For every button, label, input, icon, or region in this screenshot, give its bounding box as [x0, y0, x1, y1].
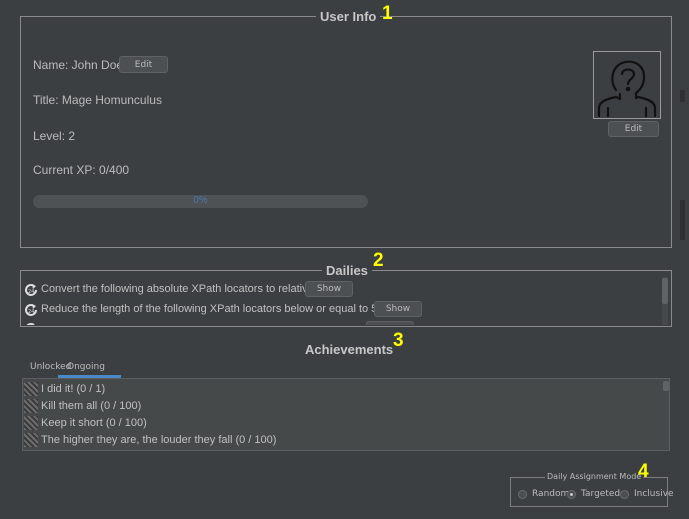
achievements-list: I did it! (0 / 1) Kill them all (0 / 100…	[22, 378, 670, 451]
svg-text:24: 24	[28, 289, 34, 295]
user-unknown-icon	[597, 60, 657, 118]
achievement-item-4[interactable]: The higher they are, the louder they fal…	[41, 434, 276, 446]
marker-4: 4	[638, 461, 649, 482]
achievements-scroll-thumb[interactable]	[663, 381, 669, 391]
radio-random[interactable]	[518, 490, 527, 499]
daily-item-2-show-button[interactable]: Show	[374, 301, 422, 317]
dailies-scrollbar[interactable]	[662, 277, 668, 325]
achievement-icon	[24, 433, 38, 447]
user-info-title: User Info	[316, 9, 381, 24]
achievements-scrollbar[interactable]	[663, 379, 669, 450]
svg-text:24: 24	[28, 309, 34, 315]
achievement-item-3[interactable]: Keep it short (0 / 100)	[41, 417, 147, 429]
user-name-label: Name: John Doe	[33, 58, 124, 72]
edit-avatar-button[interactable]: Edit	[608, 121, 659, 137]
user-xp-label: Current XP: 0/400	[33, 163, 130, 177]
user-level-label: Level: 2	[33, 129, 76, 143]
radio-random-label: Random	[532, 489, 570, 499]
daily-item-1-show-button[interactable]: Show	[305, 281, 353, 297]
assignment-mode-title: Daily Assignment Mode	[545, 472, 644, 481]
daily-item-3-show-button[interactable]	[366, 321, 414, 325]
achievement-icon	[24, 416, 38, 430]
tab-ongoing[interactable]: Ongoing	[67, 362, 105, 372]
dailies-scroll-thumb[interactable]	[662, 278, 668, 304]
scroll-edge	[680, 200, 685, 240]
marker-1: 1	[382, 3, 393, 24]
refresh-icon[interactable]: 24	[23, 302, 39, 318]
user-info-panel	[20, 16, 672, 248]
radio-targeted-label: Targeted	[581, 489, 621, 499]
achievement-item-1[interactable]: I did it! (0 / 1)	[41, 383, 105, 395]
dailies-title: Dailies	[322, 263, 372, 278]
achievements-title: Achievements	[301, 342, 398, 357]
avatar	[593, 51, 661, 119]
achievement-icon	[24, 382, 38, 396]
scroll-edge	[680, 90, 685, 102]
achievement-icon	[24, 399, 38, 413]
user-title-label: Title: Mage Homunculus	[33, 93, 162, 107]
edit-name-button[interactable]: Edit	[119, 56, 168, 73]
xp-progress-text: 0%	[193, 195, 208, 206]
dailies-list: 24 Convert the following absolute XPath …	[22, 277, 668, 325]
achievement-item-2[interactable]: Kill them all (0 / 100)	[41, 400, 141, 412]
radio-targeted[interactable]	[567, 490, 576, 499]
radio-inclusive-label: Inclusive	[634, 489, 674, 499]
xp-progress-bar: 0%	[33, 195, 368, 208]
marker-3: 3	[393, 330, 404, 351]
daily-item-1-text: Convert the following absolute XPath loc…	[41, 283, 314, 295]
tab-unlocked[interactable]: Unlocked	[30, 362, 71, 372]
daily-item-2-text: Reduce the length of the following XPath…	[41, 303, 384, 315]
radio-inclusive[interactable]	[620, 490, 629, 499]
marker-2: 2	[373, 250, 384, 271]
refresh-icon[interactable]	[23, 321, 39, 325]
refresh-icon[interactable]: 24	[23, 282, 39, 298]
